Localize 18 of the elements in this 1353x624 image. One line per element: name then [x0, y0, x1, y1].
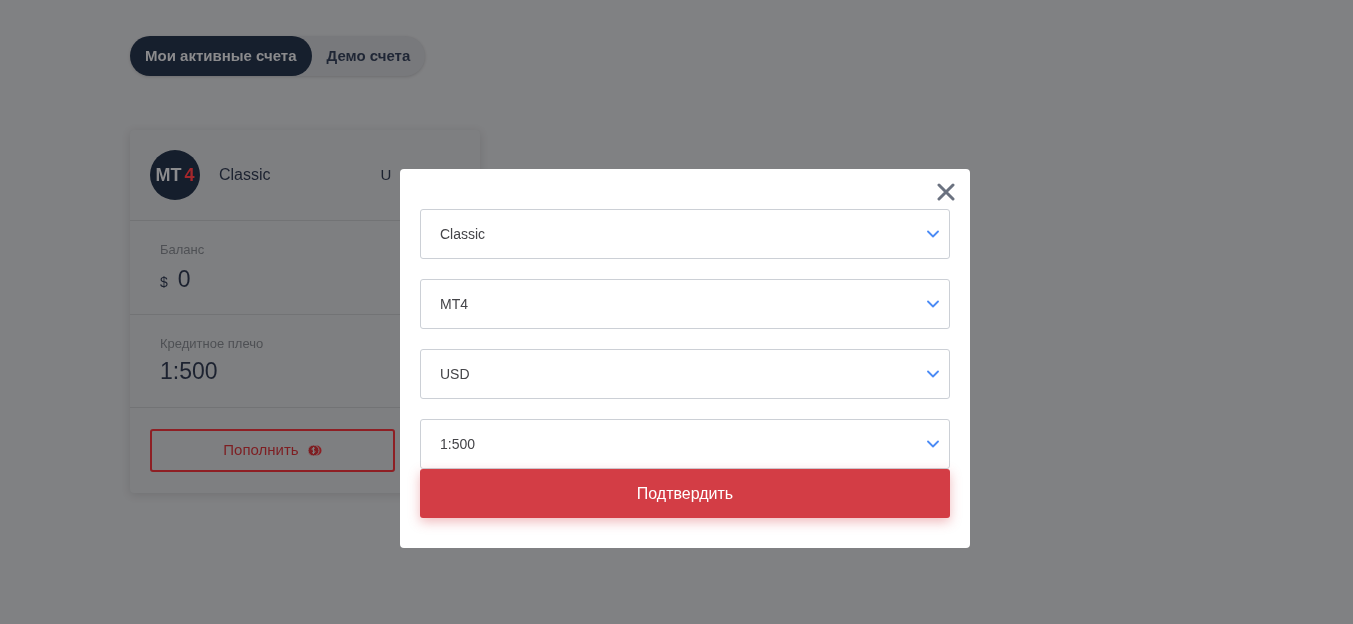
- select-field[interactable]: Classic: [420, 209, 950, 259]
- account-tab[interactable]: Мои активные счета: [130, 36, 312, 76]
- chevron-down-icon: [927, 370, 939, 378]
- account-type: Classic: [219, 165, 271, 185]
- close-icon[interactable]: [937, 183, 955, 201]
- select-field[interactable]: MT4: [420, 279, 950, 329]
- coin-icon: [306, 443, 322, 458]
- currency-label: U: [380, 164, 392, 185]
- chevron-down-icon: [927, 230, 939, 238]
- leverage-value: 1:500: [160, 357, 218, 385]
- chevron-down-icon: [927, 300, 939, 308]
- select-field[interactable]: 1:500: [420, 419, 950, 469]
- balance-value: 0: [177, 265, 191, 293]
- select-field[interactable]: USD: [420, 349, 950, 399]
- confirm-button[interactable]: Подтвердить: [420, 469, 950, 518]
- platform-logo: MT 4: [150, 150, 200, 200]
- chevron-down-icon: [927, 440, 939, 448]
- currency-symbol: $: [160, 273, 168, 292]
